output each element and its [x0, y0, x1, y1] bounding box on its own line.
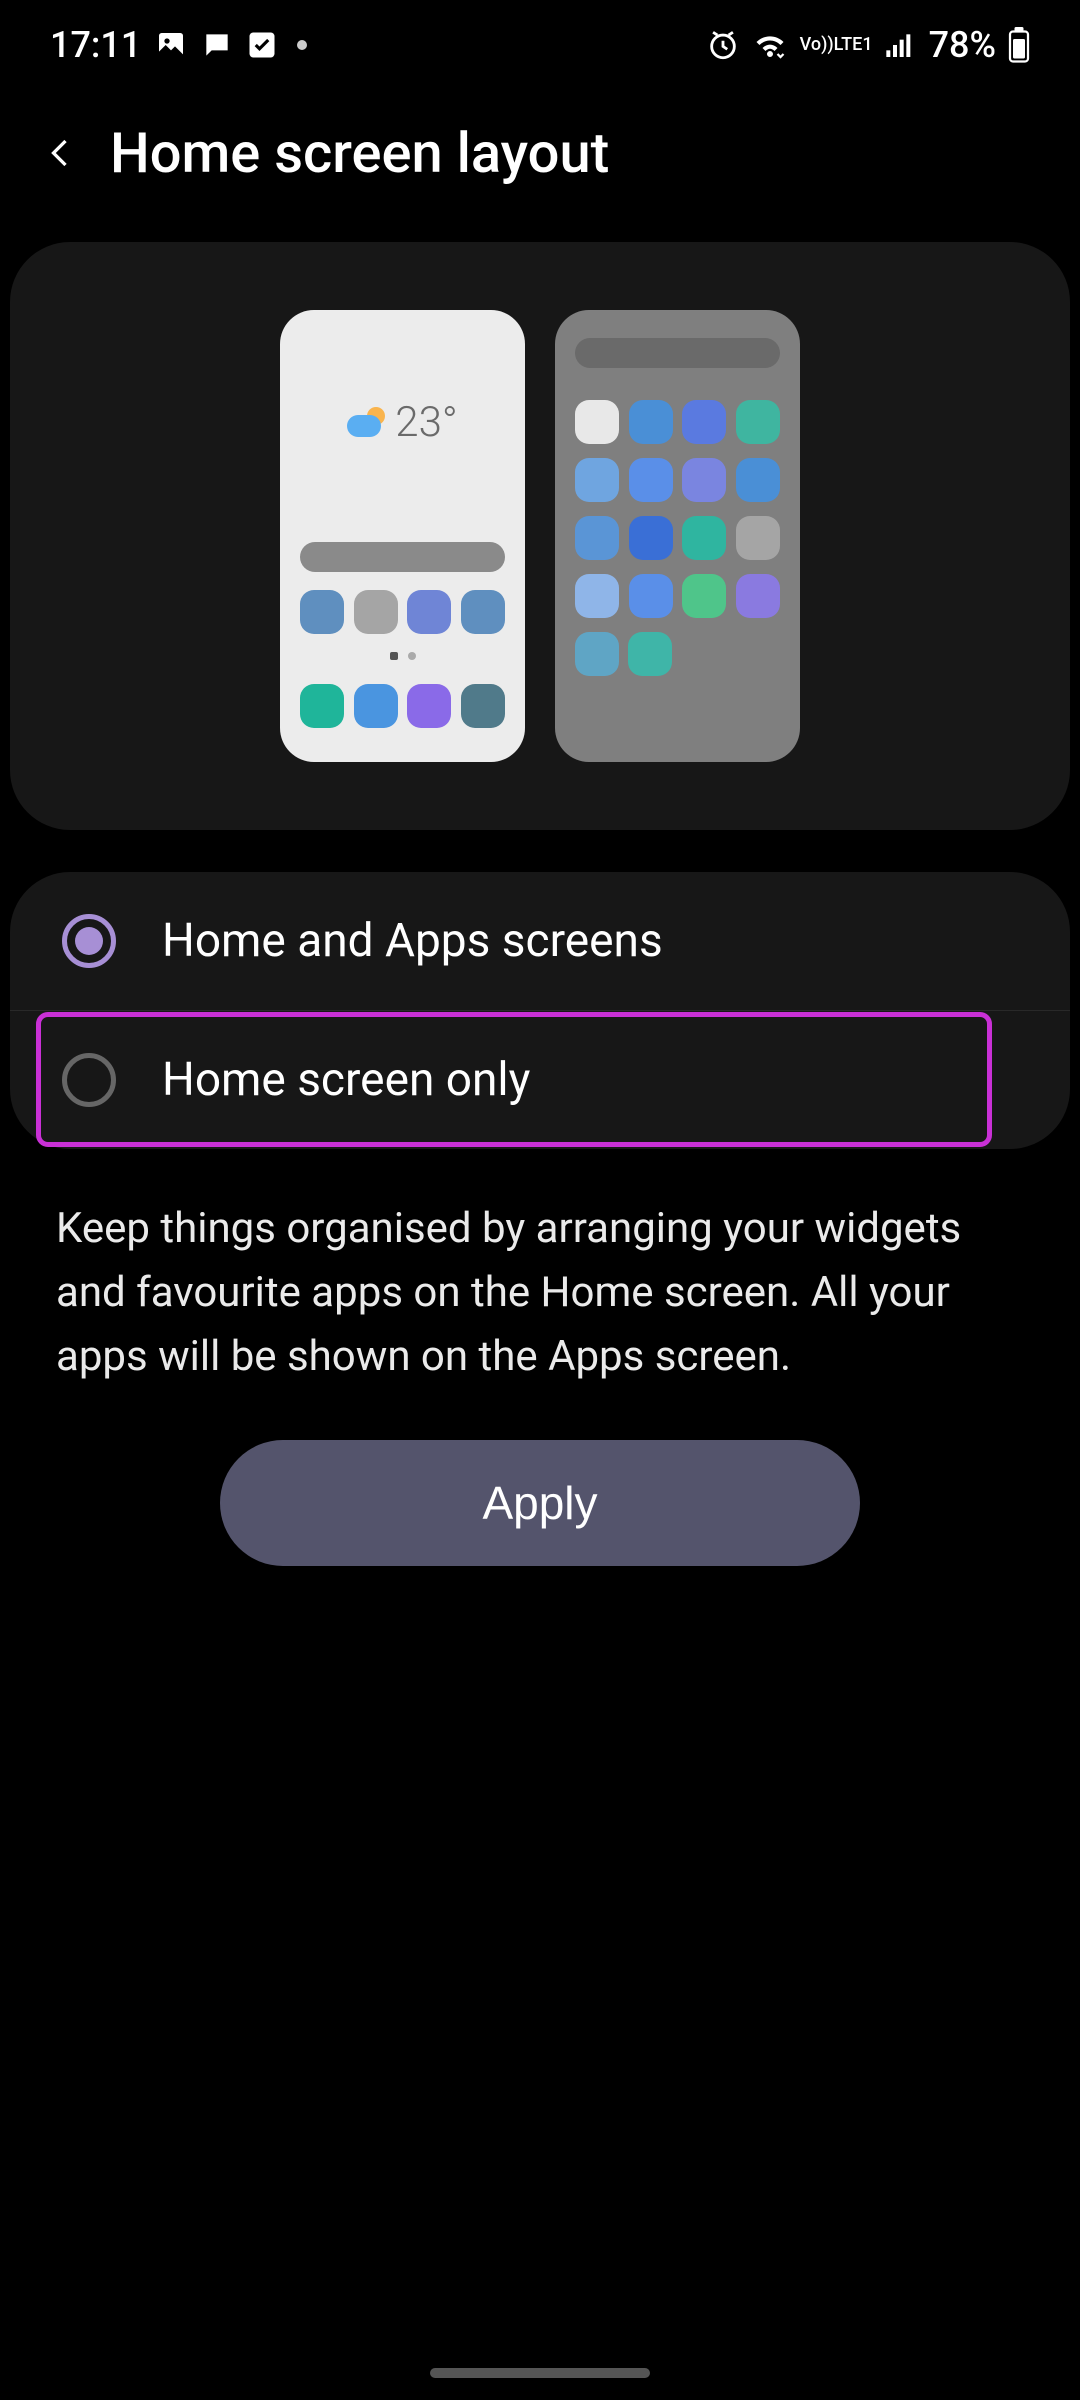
option-home-and-apps[interactable]: Home and Apps screens [10, 872, 1070, 1010]
mock-app-icon [575, 574, 619, 618]
battery-icon [1008, 27, 1030, 63]
mock-app-icon [682, 516, 726, 560]
icon-row [300, 684, 505, 728]
mock-app-icon [736, 574, 780, 618]
mock-app-icon [682, 458, 726, 502]
picture-icon [155, 29, 187, 61]
mock-app-icon [407, 684, 451, 728]
mock-app-icon [575, 458, 619, 502]
mock-app-icon [575, 632, 619, 676]
mock-app-icon [461, 684, 505, 728]
mock-app-icon [736, 400, 780, 444]
icon-row [300, 590, 505, 634]
radio-unselected-icon [62, 1053, 116, 1107]
option-label: Home screen only [162, 1053, 530, 1107]
back-button[interactable] [40, 132, 82, 174]
status-time: 17:11 [50, 24, 141, 66]
page-title: Home screen layout [110, 120, 609, 186]
mock-app-icon [629, 400, 673, 444]
mock-app-icon [736, 516, 780, 560]
wifi-icon [752, 30, 788, 60]
mock-app-icon [575, 516, 619, 560]
search-bar-mock [300, 542, 505, 572]
mock-app-icon [407, 590, 451, 634]
status-right: Vo)) LTE1 78% [706, 24, 1030, 66]
option-home-only[interactable]: Home screen only [10, 1010, 1070, 1149]
icon-row [575, 632, 780, 676]
apply-button[interactable]: Apply [220, 1440, 860, 1566]
page-header: Home screen layout [0, 90, 1080, 226]
message-icon [201, 29, 233, 61]
mock-app-icon [461, 590, 505, 634]
apps-screen-preview [555, 310, 800, 762]
search-bar-mock [575, 338, 780, 368]
mock-app-icon [300, 590, 344, 634]
status-bar: 17:11 Vo)) LTE1 78% [0, 0, 1080, 90]
mock-app-icon [682, 400, 726, 444]
alarm-icon [706, 28, 740, 62]
battery-percent: 78% [929, 24, 996, 66]
options-card: Home and Apps screens Home screen only [10, 872, 1070, 1149]
icon-row [575, 400, 780, 444]
gesture-bar[interactable] [430, 2368, 650, 2378]
checkbox-icon [247, 30, 277, 60]
signal-icon [885, 31, 917, 59]
option-label: Home and Apps screens [162, 914, 663, 968]
radio-selected-icon [62, 914, 116, 968]
icon-row [575, 458, 780, 502]
mock-app-icon [682, 574, 726, 618]
mock-app-icon [354, 684, 398, 728]
option-description: Keep things organised by arranging your … [0, 1149, 1080, 1388]
status-left: 17:11 [50, 24, 307, 66]
mock-app-icon [629, 574, 673, 618]
icon-row [575, 516, 780, 560]
more-notifications-dot [297, 40, 307, 50]
weather-temp: 23° [395, 398, 457, 447]
page-indicator [280, 652, 525, 660]
mock-app-icon [629, 516, 673, 560]
preview-card: 23° [10, 242, 1070, 830]
home-screen-preview: 23° [280, 310, 525, 762]
mock-app-icon [300, 684, 344, 728]
mock-app-icon [575, 400, 619, 444]
weather-icon [347, 409, 387, 437]
volte-icon: Vo)) LTE1 [800, 36, 873, 54]
icon-row [575, 574, 780, 618]
weather-widget: 23° [280, 398, 525, 447]
mock-app-icon [629, 458, 673, 502]
mock-app-icon [736, 458, 780, 502]
mock-app-icon [628, 632, 672, 676]
mock-app-icon [354, 590, 398, 634]
